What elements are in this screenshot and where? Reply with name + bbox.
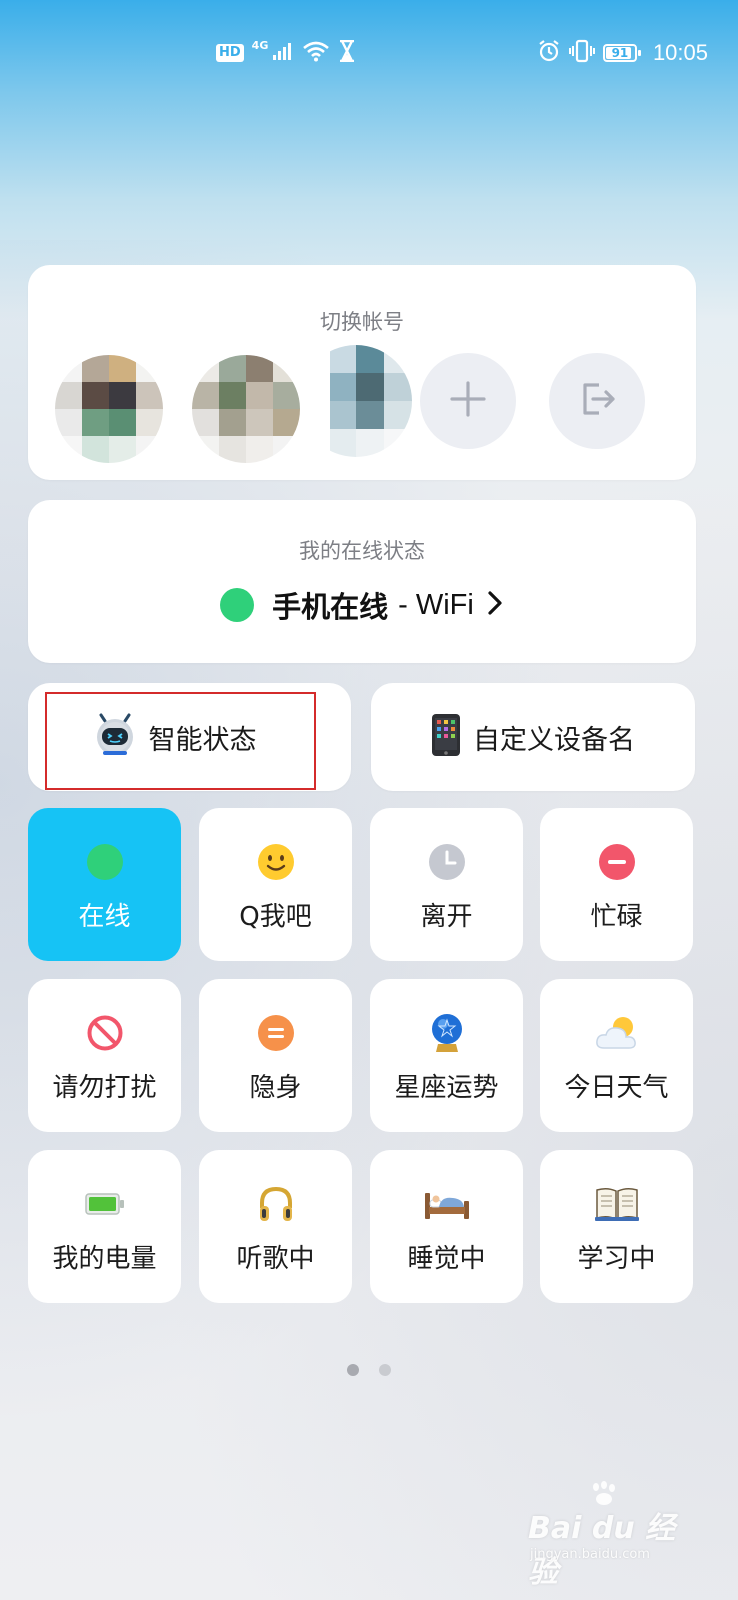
tile-away[interactable]: 离开: [370, 808, 523, 961]
online-status-card[interactable]: 我的在线状态 手机在线 - WiFi: [28, 500, 696, 663]
smart-status-button[interactable]: 智能状态: [28, 683, 351, 791]
online-status-text: 手机在线: [272, 590, 389, 624]
tile-weather[interactable]: 今日天气: [540, 979, 693, 1132]
tile-label: 在线: [78, 902, 131, 932]
page-dot-active[interactable]: [347, 1364, 359, 1376]
busy-minus-icon: [540, 842, 693, 882]
plus-icon: [448, 379, 488, 423]
account-avatar[interactable]: [192, 355, 300, 463]
status-bar-left: HD 4G: [216, 38, 356, 68]
tile-sleeping[interactable]: 睡觉中: [370, 1150, 523, 1303]
weather-icon: [540, 1013, 693, 1053]
battery-icon: [28, 1184, 181, 1224]
status-bar-right: 91 10:05: [537, 38, 708, 68]
tile-label: 听歌中: [236, 1244, 315, 1274]
tile-label: Q我吧: [239, 902, 312, 932]
add-account-button[interactable]: [420, 353, 516, 449]
tile-label: 星座运势: [394, 1073, 499, 1103]
tile-label: 今日天气: [564, 1073, 669, 1103]
hourglass-icon: [338, 39, 356, 66]
phone-icon: [431, 713, 461, 761]
clock: 10:05: [652, 40, 708, 65]
tile-label: 我的电量: [52, 1244, 157, 1274]
headphones-icon: [199, 1184, 352, 1224]
hd-badge: HD: [216, 44, 244, 62]
page-indicator: [0, 1364, 738, 1376]
signal-icon: [272, 41, 294, 65]
watermark-site: jingyan.baidu.com: [530, 1547, 650, 1562]
tile-online[interactable]: 在线: [28, 808, 181, 961]
clock-icon: [370, 842, 523, 882]
chevron-right-icon: [486, 589, 504, 621]
bed-icon: [370, 1184, 523, 1224]
status-bar: HD 4G 91 10:05: [0, 0, 738, 100]
logout-button[interactable]: [549, 353, 645, 449]
logout-icon: [577, 379, 617, 423]
robot-icon: [93, 713, 137, 761]
battery-percent: 91: [611, 46, 629, 60]
tile-q-me[interactable]: Q我吧: [199, 808, 352, 961]
tile-busy[interactable]: 忙碌: [540, 808, 693, 961]
account-avatar[interactable]: [55, 355, 163, 463]
tile-studying[interactable]: 学习中: [540, 1150, 693, 1303]
smart-status-label: 智能状态: [148, 724, 257, 756]
tile-label: 睡觉中: [407, 1244, 486, 1274]
online-status-title: 我的在线状态: [299, 539, 425, 563]
online-dot-icon: [220, 588, 255, 622]
do-not-disturb-icon: [28, 1013, 181, 1053]
vibrate-icon: [568, 39, 595, 67]
tile-label: 请勿打扰: [52, 1073, 157, 1103]
online-network-text: - WiFi: [398, 588, 474, 621]
tile-invisible[interactable]: 隐身: [199, 979, 352, 1132]
switch-account-title: 切换帐号: [320, 310, 404, 334]
tile-listening[interactable]: 听歌中: [199, 1150, 352, 1303]
tile-label: 学习中: [577, 1244, 656, 1274]
wifi-icon: [302, 40, 330, 66]
tile-label: 忙碌: [590, 902, 643, 932]
page-dot[interactable]: [379, 1364, 391, 1376]
alarm-icon: [537, 39, 561, 67]
tile-label: 隐身: [249, 1073, 302, 1103]
baidu-jingyan-watermark: Bai du 经验 jingyan.baidu.com: [528, 1481, 698, 1590]
custom-device-name-label: 自定义设备名: [473, 724, 635, 756]
smiley-icon: [199, 842, 352, 882]
book-icon: [540, 1184, 693, 1224]
crystal-ball-icon: [370, 1013, 523, 1053]
invisible-icon: [199, 1013, 352, 1053]
tile-label: 离开: [420, 902, 473, 932]
network-type-label: 4G: [251, 38, 269, 52]
tile-battery[interactable]: 我的电量: [28, 1150, 181, 1303]
green-dot-icon: [28, 842, 181, 882]
custom-device-name-button[interactable]: 自定义设备名: [371, 683, 695, 791]
battery-indicator: 91: [602, 44, 641, 62]
online-status-row[interactable]: 手机在线 - WiFi: [28, 584, 696, 626]
tile-horoscope[interactable]: 星座运势: [370, 979, 523, 1132]
tile-do-not-disturb[interactable]: 请勿打扰: [28, 979, 181, 1132]
